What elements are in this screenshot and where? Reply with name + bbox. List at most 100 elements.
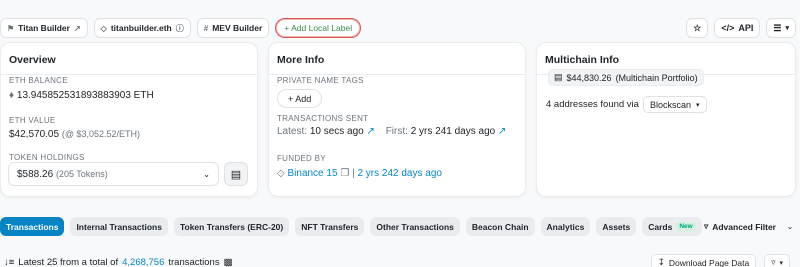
filter-icon: ▿ [703,221,709,231]
eth-value-value: $42,570.05 (@ $3,052.52/ETH) [9,129,140,140]
sort-desc-icon: ↓≡ [4,257,15,267]
token-holdings-amount: $588.26 [17,168,54,180]
advanced-filter-label: Advanced Filter [712,221,776,232]
chevron-down-icon: ⌄ [786,222,794,231]
funded-by-values: ◇ Binance 15 ❐ | 2 yrs 242 days ago [277,168,442,179]
more-info-card: More Info PRIVATE NAME TAGS + Add TRANSA… [268,42,526,197]
wallet-icon: ▤ [230,168,242,181]
api-label: API [738,23,754,33]
star-icon: ☆ [693,22,702,33]
funded-time-link[interactable]: 2 yrs 242 days ago [357,168,442,179]
tx-table-actions: ↧ Download Page Data ▿ ▾ [650,254,790,267]
portfolio-value: $44,830.26 [566,72,612,83]
multichain-portfolio-badge[interactable]: ▤ $44,830.26 (Multichain Portfolio) [548,69,704,86]
funded-by-link[interactable]: Binance 15 [287,168,337,179]
divider [269,74,525,75]
tab-beacon-chain[interactable]: Beacon Chain [465,217,535,236]
add-local-label-button[interactable]: + Add Local Label [275,18,362,38]
first-label: First: [385,126,408,137]
funded-by-label: FUNDED BY [277,154,326,163]
tab-cards[interactable]: Cards New [642,217,702,236]
portfolio-label: (Multichain Portfolio) [615,72,698,83]
header-actions: ☆ </> API ☰ ▾ [686,18,796,38]
multichain-portfolio-button[interactable]: ▤ [224,162,248,186]
ens-icon: ◇ [100,23,107,33]
tab-nft-transfers[interactable]: NFT Transfers [295,217,365,236]
code-icon: </> [721,23,735,33]
filter-icon: ▿ [771,257,776,267]
more-info-title: More Info [277,54,325,66]
filter-dropdown-button[interactable]: ▿ ▾ [764,254,790,267]
address-tags-bar: ⚑ Titan Builder ↗ ◇ titanbuilder.eth ⓘ #… [0,18,362,38]
eth-balance-amount: 13.945852531893883903 ETH [16,90,154,101]
download-icon: ↧ [657,257,665,267]
tag-ens-label: titanbuilder.eth [110,23,172,33]
chart-icon[interactable]: ▩ [224,257,233,267]
address-tabs: Transactions Internal Transactions Token… [0,217,702,236]
tag-mev-label: MEV Builder [212,23,263,33]
overview-title: Overview [9,54,56,66]
tx-summary-prefix: Latest 25 from a total of [18,257,119,267]
ethereum-icon: ♦ [9,90,15,101]
tag-icon: ⚑ [7,23,15,33]
tx-summary-suffix: transactions [168,257,220,267]
tx-total-link[interactable]: 4,268,756 [122,257,164,267]
divider [1,74,257,75]
favorite-button[interactable]: ☆ [686,18,709,38]
more-menu-button[interactable]: ☰ ▾ [766,18,796,38]
tab-token-transfers[interactable]: Token Transfers (ERC-20) [173,217,290,236]
chevron-down-icon: ▾ [779,259,783,267]
tag-ens-name[interactable]: ◇ titanbuilder.eth ⓘ [93,18,191,38]
eth-value-amount: $42,570.05 [9,129,60,140]
info-icon[interactable]: ⓘ [176,23,184,34]
tabs-overflow-button[interactable]: ⌄ [783,217,797,236]
download-label: Download Page Data [668,257,750,267]
arrow-up-right-icon[interactable]: ↗ [498,126,506,137]
add-private-tag-button[interactable]: + Add [277,89,323,108]
eth-balance-label: ETH BALANCE [9,76,68,85]
token-holdings-dropdown[interactable]: $588.26 (205 Tokens) ⌄ [8,162,219,186]
addresses-found-text: 4 addresses found via [546,99,639,110]
separator: | [352,168,355,179]
latest-tx-time: 10 secs ago [309,126,364,137]
token-holdings-label: TOKEN HOLDINGS [9,153,85,162]
tx-sent-label: TRANSACTIONS SENT [277,114,369,123]
new-badge: New [676,222,696,231]
eth-value-label: ETH VALUE [9,116,56,125]
explorer-select[interactable]: Blockscan ▾ [642,96,707,113]
tag-titan-builder[interactable]: ⚑ Titan Builder ↗ [0,18,88,38]
chevron-down-icon: ▾ [785,25,789,32]
wallet-icon: ▤ [554,72,563,82]
api-button[interactable]: </> API [714,18,761,38]
tab-cards-label: Cards [648,221,673,232]
chevron-down-icon: ⌄ [203,169,210,179]
download-page-data-button[interactable]: ↧ Download Page Data [650,254,757,267]
token-holdings-text: $588.26 (205 Tokens) [17,169,108,180]
tab-internal-transactions[interactable]: Internal Transactions [70,217,168,236]
eth-balance-value: ♦ 13.945852531893883903 ETH [9,90,154,101]
tag-titan-label: Titan Builder [18,23,70,33]
multichain-card: Multichain Info [536,42,796,197]
addresses-found: 4 addresses found via Blockscan ▾ [546,96,707,113]
tx-sent-values: Latest: 10 secs ago ↗ First: 2 yrs 241 d… [277,126,506,137]
latest-label: Latest: [277,126,308,137]
list-icon: ☰ [773,22,782,33]
token-count: (205 Tokens) [55,168,108,179]
tab-other-transactions[interactable]: Other Transactions [370,217,460,236]
multichain-title: Multichain Info [545,54,620,66]
advanced-filter-button[interactable]: ▿ Advanced Filter [698,217,782,236]
hash-icon: # [203,23,209,33]
tx-summary: ↓≡ Latest 25 from a total of 4,268,756 t… [4,257,233,267]
first-tx-time: 2 yrs 241 days ago [410,126,496,137]
arrow-up-right-icon[interactable]: ↗ [367,126,375,137]
eth-price-rate: (@ $3,052.52/ETH) [61,129,141,139]
contract-icon: ◇ [277,168,285,179]
tag-mev-builder[interactable]: # MEV Builder [196,18,270,38]
explorer-select-value: Blockscan [649,99,691,110]
tab-assets[interactable]: Assets [596,217,637,236]
copy-icon[interactable]: ❐ [340,168,349,179]
private-tags-label: PRIVATE NAME TAGS [277,76,364,85]
external-link-icon[interactable]: ↗ [74,24,81,33]
tab-analytics[interactable]: Analytics [540,217,591,236]
tab-transactions[interactable]: Transactions [0,217,65,236]
